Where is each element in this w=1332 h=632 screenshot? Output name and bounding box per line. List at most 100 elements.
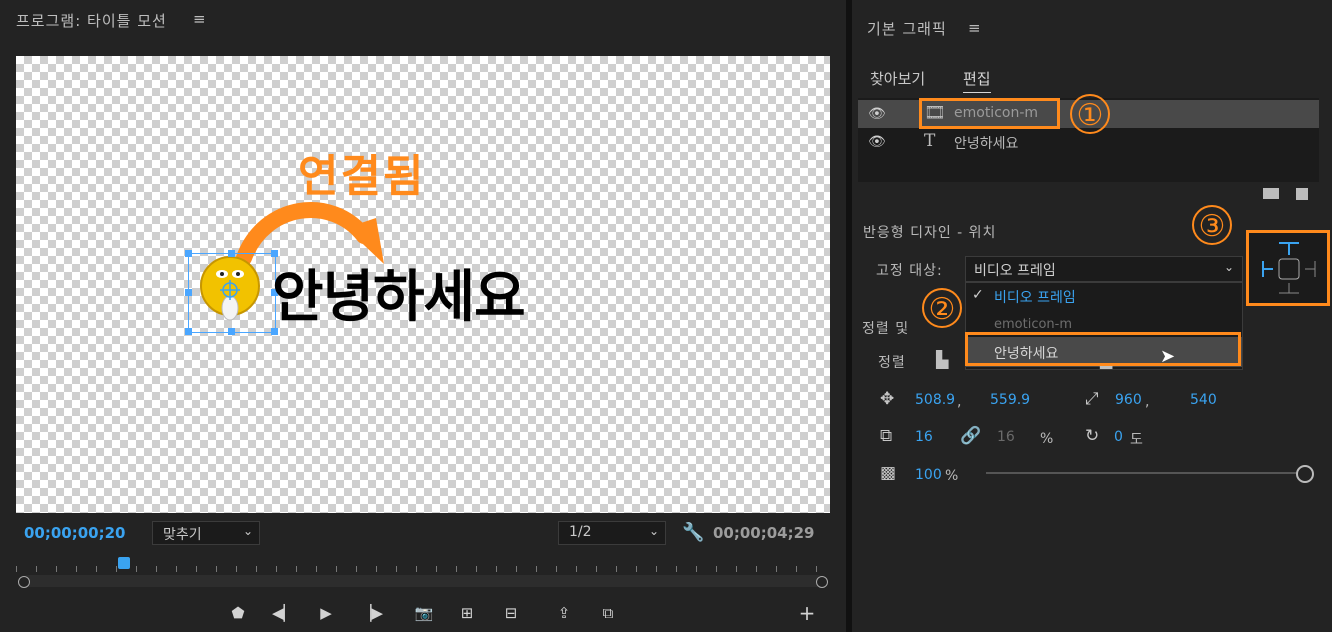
wrench-settings-icon[interactable]: 🔧 bbox=[682, 522, 704, 543]
option-label: 비디오 프레임 bbox=[994, 290, 1076, 306]
position-separator: , bbox=[957, 394, 962, 410]
resize-handle[interactable] bbox=[185, 250, 192, 257]
zoom-scroll-bar[interactable] bbox=[22, 575, 824, 587]
scale-linked-value: 16 bbox=[997, 429, 1015, 445]
link-chain-icon[interactable]: 🔗 bbox=[960, 426, 981, 446]
resize-handle[interactable] bbox=[185, 328, 192, 335]
rotation-value[interactable]: 0 bbox=[1114, 429, 1123, 445]
eye-visibility-icon[interactable]: 👁 bbox=[868, 106, 886, 122]
ruler-tick bbox=[436, 566, 437, 572]
comparison-view-icon[interactable]: ⧉ bbox=[597, 602, 619, 624]
pin-to-select[interactable]: 비디오 프레임 ⌄ bbox=[965, 256, 1243, 282]
opacity-slider-track[interactable] bbox=[986, 472, 1298, 474]
ruler-tick bbox=[716, 566, 717, 572]
ruler-tick bbox=[156, 566, 157, 572]
zoom-fit-value: 맞추기 bbox=[163, 527, 202, 543]
panel-menu-icon[interactable]: ≡ bbox=[193, 10, 206, 28]
play-icon[interactable]: ▶ bbox=[315, 602, 337, 624]
add-button-icon[interactable]: + bbox=[796, 602, 818, 624]
pin-edges-icon bbox=[1262, 242, 1316, 294]
align-left-icon[interactable]: ▙ bbox=[936, 350, 948, 369]
opacity-slider-knob[interactable] bbox=[1296, 465, 1314, 483]
anchor-y-value[interactable]: 540 bbox=[1190, 392, 1217, 408]
current-timecode[interactable]: 00;00;00;20 bbox=[24, 524, 126, 542]
selection-bounding-box[interactable] bbox=[185, 250, 278, 335]
insert-icon[interactable]: ⊞ bbox=[456, 602, 478, 624]
align-label: 정렬 bbox=[878, 355, 906, 371]
ruler-tick bbox=[116, 566, 117, 572]
ruler-tick bbox=[536, 566, 537, 572]
zoom-fit-select[interactable]: 맞추기 ⌄ bbox=[152, 521, 260, 545]
pin-to-value: 비디오 프레임 bbox=[974, 263, 1056, 279]
ruler-tick bbox=[316, 566, 317, 572]
ruler-tick bbox=[596, 566, 597, 572]
ruler-tick bbox=[136, 566, 137, 572]
resize-handle[interactable] bbox=[228, 328, 235, 335]
checkmark-icon: ✓ bbox=[972, 287, 984, 303]
eye-visibility-icon[interactable]: 👁 bbox=[868, 134, 886, 150]
ruler-tick bbox=[376, 566, 377, 572]
ruler-tick bbox=[356, 566, 357, 572]
ruler-tick bbox=[696, 566, 697, 572]
scroll-bar-end-handle[interactable] bbox=[816, 576, 828, 588]
time-ruler[interactable] bbox=[16, 556, 830, 576]
text-layer-icon: T bbox=[924, 131, 936, 151]
ruler-tick bbox=[196, 566, 197, 572]
new-layer-icon[interactable] bbox=[1296, 188, 1308, 200]
ruler-tick bbox=[16, 566, 17, 572]
ruler-tick bbox=[636, 566, 637, 572]
ruler-tick bbox=[476, 566, 477, 572]
scale-value[interactable]: 16 bbox=[915, 429, 933, 445]
ruler-tick bbox=[176, 566, 177, 572]
panel-menu-icon[interactable]: ≡ bbox=[968, 19, 981, 37]
anchor-x-value[interactable]: 960 bbox=[1115, 392, 1142, 408]
step-forward-icon[interactable]: ▕▶ bbox=[360, 602, 383, 624]
ruler-tick bbox=[776, 566, 777, 572]
ruler-tick bbox=[276, 566, 277, 572]
title-text-greeting[interactable]: 안녕하세요 bbox=[272, 252, 526, 333]
program-panel-title: 프로그램: 타이틀 모션 bbox=[16, 12, 167, 30]
anchor-separator: , bbox=[1145, 394, 1150, 410]
tab-edit[interactable]: 편집 bbox=[963, 68, 991, 93]
essential-graphics-title: 기본 그래픽 bbox=[867, 20, 947, 38]
chevron-down-icon: ⌄ bbox=[1223, 260, 1234, 274]
position-x-value[interactable]: 508.9 bbox=[915, 392, 955, 408]
highlight-box-layer bbox=[919, 98, 1060, 129]
position-move-icon: ✥ bbox=[880, 389, 895, 409]
new-group-folder-icon[interactable] bbox=[1263, 188, 1279, 199]
resolution-value: 1/2 bbox=[569, 524, 592, 540]
marker-3: ③ bbox=[1192, 205, 1232, 245]
opacity-value[interactable]: 100 bbox=[915, 467, 942, 483]
resize-handle[interactable] bbox=[228, 250, 235, 257]
highlight-box-option bbox=[965, 332, 1241, 366]
resize-handle[interactable] bbox=[185, 289, 192, 296]
ruler-tick bbox=[416, 566, 417, 572]
ruler-tick bbox=[96, 566, 97, 572]
option-video-frame[interactable]: ✓ 비디오 프레임 bbox=[966, 283, 1242, 309]
ruler-tick bbox=[36, 566, 37, 572]
playhead[interactable] bbox=[118, 557, 130, 569]
ruler-tick bbox=[656, 566, 657, 572]
ruler-tick bbox=[516, 566, 517, 572]
option-emoticon-disabled: emoticon-m bbox=[994, 317, 1073, 332]
ruler-tick bbox=[756, 566, 757, 572]
opacity-checker-icon: ▩ bbox=[880, 463, 897, 483]
scroll-bar-start-handle[interactable] bbox=[18, 576, 30, 588]
add-marker-icon[interactable]: ⬟ bbox=[227, 602, 249, 624]
step-back-icon[interactable]: ◀▏ bbox=[272, 602, 295, 624]
export-frame-camera-icon[interactable]: 📷 bbox=[413, 602, 435, 624]
ruler-tick bbox=[396, 566, 397, 572]
ruler-tick bbox=[676, 566, 677, 572]
ruler-tick bbox=[496, 566, 497, 572]
layer-name: 안녕하세요 bbox=[954, 136, 1019, 152]
pin-edges-widget[interactable] bbox=[1246, 230, 1330, 306]
overwrite-icon[interactable]: ⊟ bbox=[500, 602, 522, 624]
rotation-icon: ↻ bbox=[1085, 426, 1100, 446]
tab-browse[interactable]: 찾아보기 bbox=[870, 68, 925, 89]
ruler-tick bbox=[796, 566, 797, 572]
playback-resolution-select[interactable]: 1/2 ⌄ bbox=[558, 521, 666, 545]
position-y-value[interactable]: 559.9 bbox=[990, 392, 1030, 408]
lift-export-icon[interactable]: ⇪ bbox=[553, 602, 575, 624]
ruler-tick bbox=[76, 566, 77, 572]
ruler-tick bbox=[816, 566, 817, 572]
